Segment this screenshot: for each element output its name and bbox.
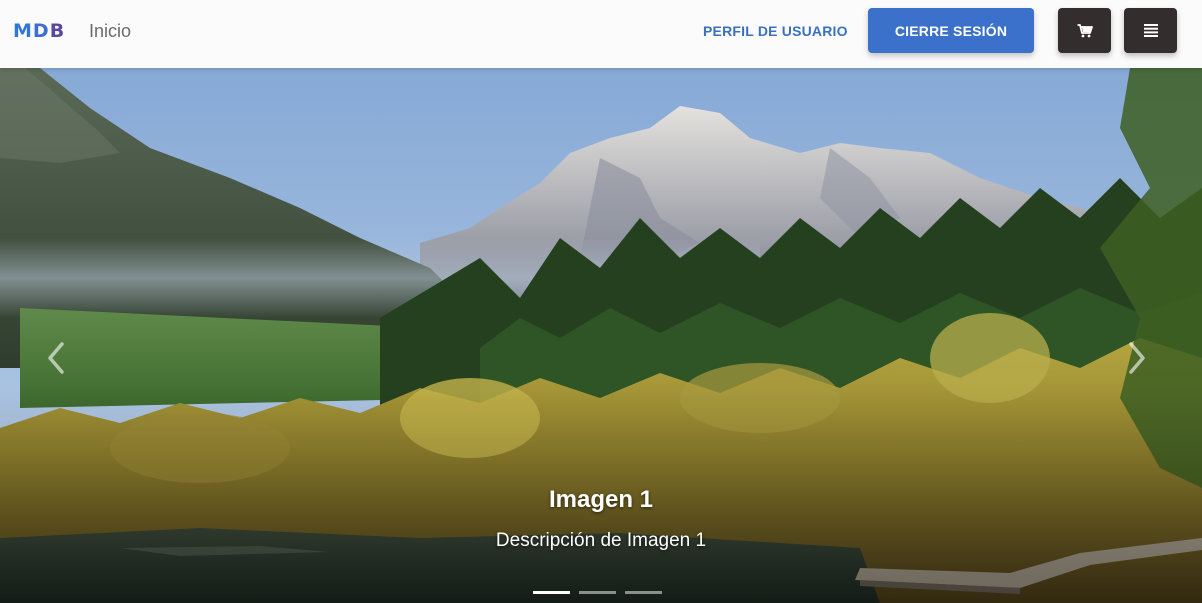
menu-button[interactable]: [1124, 8, 1177, 53]
carousel-prev-button[interactable]: [36, 338, 76, 378]
image-carousel: Imagen 1 Descripción de Imagen 1: [0, 68, 1202, 603]
profile-link[interactable]: PERFIL DE USUARIO: [703, 23, 848, 39]
navbar: MDB Inicio PERFIL DE USUARIO CIERRE SESI…: [0, 0, 1202, 68]
chevron-right-icon: [1129, 342, 1145, 374]
menu-icon: [1143, 24, 1158, 37]
mdb-logo: MDB: [13, 20, 66, 42]
cart-icon: [1077, 23, 1093, 37]
carousel-next-button[interactable]: [1117, 338, 1157, 378]
slide-title: Imagen 1: [548, 486, 654, 513]
slide-description: Descripción de Imagen 1: [495, 530, 707, 551]
home-link[interactable]: Inicio: [89, 20, 131, 42]
cart-button[interactable]: [1058, 8, 1111, 53]
carousel-indicator-2[interactable]: [579, 591, 616, 594]
chevron-left-icon: [48, 342, 64, 374]
carousel-slide-image: [0, 68, 1202, 603]
brand-logo[interactable]: MDB: [13, 19, 65, 43]
carousel-indicator-1[interactable]: [533, 591, 570, 594]
carousel-indicators: [533, 591, 662, 594]
carousel-indicator-3[interactable]: [625, 591, 662, 594]
logout-button[interactable]: CIERRE SESIÓN: [868, 8, 1034, 53]
